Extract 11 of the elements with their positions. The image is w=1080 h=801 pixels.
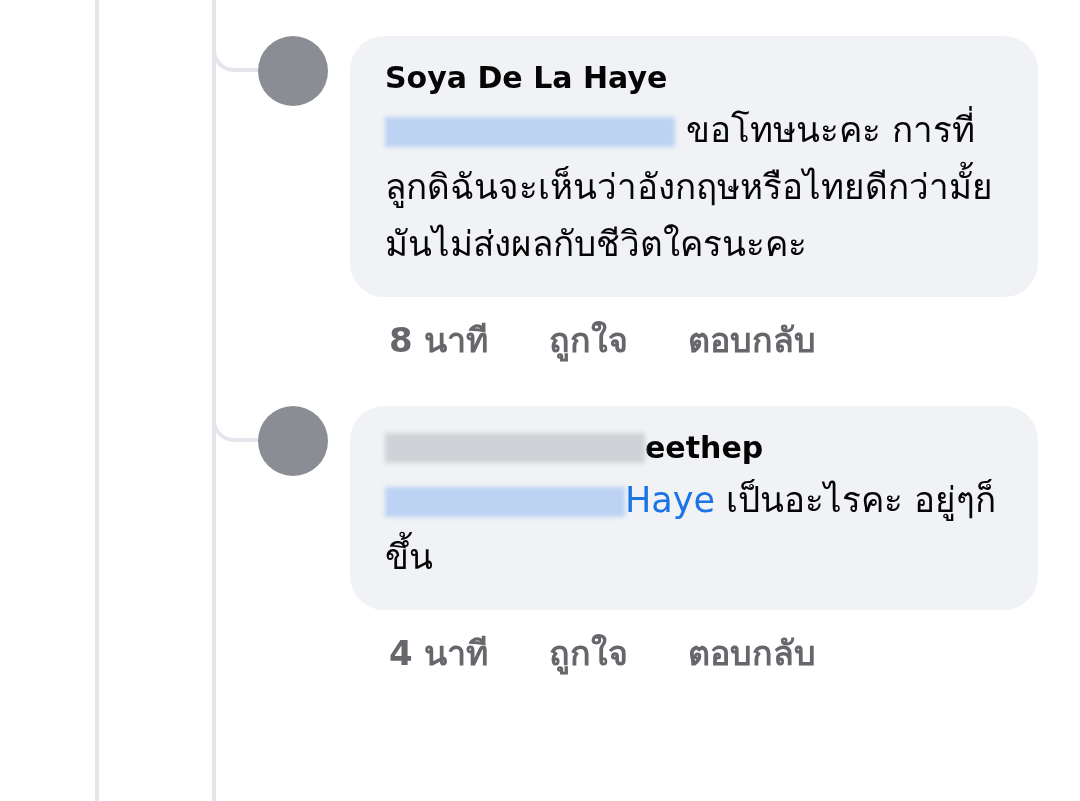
author-name[interactable]: eethep xyxy=(645,428,764,468)
like-button[interactable]: ถูกใจ xyxy=(548,315,628,366)
comment-text: ขอโทษนะคะ การที่ลูกดิฉันจะเห็นว่าอังกฤษหรือไทยดีกว่ามั้ยมันไม่ส่งผลกับชีวิตใครนะคะ xyxy=(385,102,1008,273)
comment-time: 8 นาที xyxy=(389,319,489,362)
reply-button[interactable]: ตอบกลับ xyxy=(687,315,816,366)
like-button[interactable]: ถูกใจ xyxy=(548,628,628,679)
author-name[interactable]: Soya De La Haye xyxy=(385,58,668,98)
comment-text: Haye เป็นอะไรคะ อยู่ๆก็ขึ้น xyxy=(385,478,998,579)
mention-link[interactable]: Haye xyxy=(625,480,715,520)
comment-time: 4 นาที xyxy=(389,632,489,675)
reply-button[interactable]: ตอบกลับ xyxy=(687,628,816,679)
